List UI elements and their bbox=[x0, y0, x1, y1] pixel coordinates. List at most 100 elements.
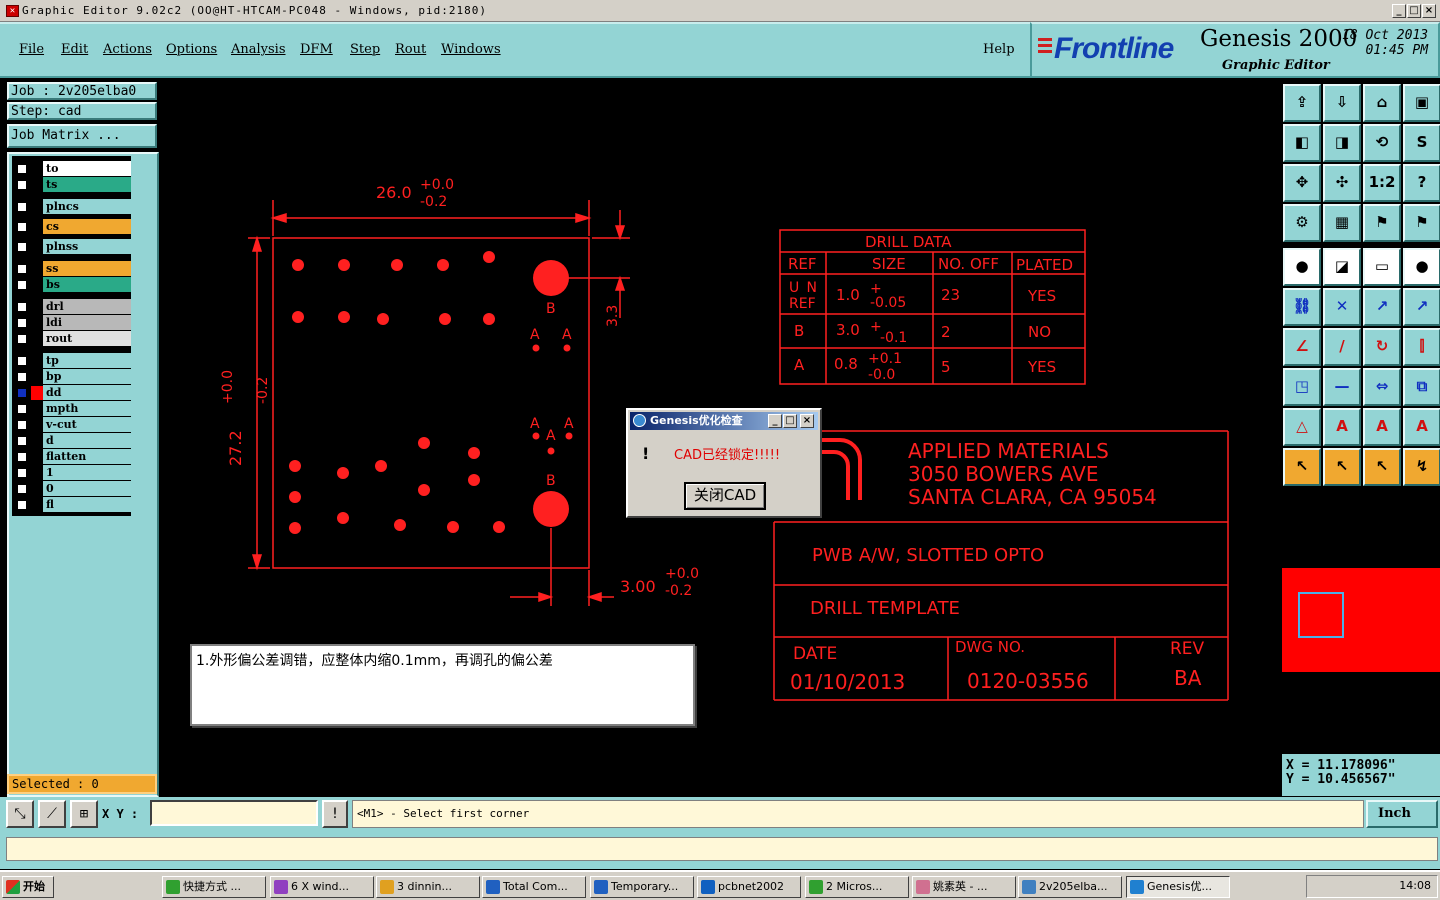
menu-edit[interactable]: Edit bbox=[61, 42, 88, 57]
layer-checkbox[interactable] bbox=[16, 301, 28, 313]
menu-analysis[interactable]: Analysis bbox=[231, 42, 286, 57]
taskbar-item[interactable]: 3 dinnin... bbox=[376, 876, 480, 898]
layer-name[interactable]: bp bbox=[43, 369, 131, 384]
layer-row-v-cut[interactable]: v-cut bbox=[13, 417, 132, 433]
layer-row-ss[interactable]: ss bbox=[13, 261, 132, 277]
dot-icon[interactable]: ● bbox=[1403, 248, 1440, 286]
layer-name[interactable]: ldi bbox=[43, 315, 131, 330]
layer-name[interactable]: plncs bbox=[43, 199, 131, 214]
line-icon[interactable]: / bbox=[1323, 328, 1361, 366]
layer-checkbox[interactable] bbox=[16, 435, 28, 447]
undo-view-icon[interactable]: ⟲ bbox=[1363, 124, 1401, 162]
layer-name[interactable]: mpth bbox=[43, 401, 131, 416]
layer-row-dd[interactable]: dd bbox=[13, 385, 132, 401]
overview-map[interactable] bbox=[1282, 568, 1440, 672]
layer-name[interactable]: dd bbox=[43, 385, 131, 400]
center-icon[interactable]: ✣ bbox=[1323, 164, 1361, 202]
layer-name[interactable]: 0 bbox=[43, 481, 131, 496]
taskbar-item[interactable]: Temporary... bbox=[590, 876, 694, 898]
copy-icon[interactable]: ⧉ bbox=[1403, 368, 1440, 406]
parent-icon[interactable]: ⇪ bbox=[1283, 84, 1321, 122]
route-icon[interactable]: ↯ bbox=[1403, 448, 1440, 486]
grid-icon[interactable]: ⊞ bbox=[70, 800, 98, 828]
window-icon[interactable]: ▣ bbox=[1403, 84, 1440, 122]
zoom-right-icon[interactable]: ◨ bbox=[1323, 124, 1361, 162]
layer-row-bp[interactable]: bp bbox=[13, 369, 132, 385]
menu-file[interactable]: File bbox=[19, 42, 44, 57]
app-icon[interactable]: ✕ bbox=[6, 5, 19, 17]
menu-dfm[interactable]: DFM bbox=[300, 42, 333, 57]
layer-checkbox[interactable] bbox=[16, 499, 28, 511]
layer-checkbox[interactable] bbox=[16, 403, 28, 415]
home-icon[interactable]: ⌂ bbox=[1363, 84, 1401, 122]
select2-icon[interactable]: ↖ bbox=[1323, 448, 1361, 486]
arrow-up-right2-icon[interactable]: ↗ bbox=[1403, 288, 1440, 326]
layer-checkbox[interactable] bbox=[16, 263, 28, 275]
text-a-icon[interactable]: A bbox=[1323, 408, 1361, 446]
layer-name[interactable]: rout bbox=[43, 331, 131, 346]
layer-toggle-icon[interactable]: ⚑ bbox=[1363, 204, 1401, 242]
layer-name[interactable]: flatten bbox=[43, 449, 131, 464]
arc-icon[interactable]: ↻ bbox=[1363, 328, 1401, 366]
message-field[interactable] bbox=[6, 837, 1438, 861]
layer-checkbox[interactable] bbox=[16, 333, 28, 345]
layer-checkbox[interactable] bbox=[16, 221, 28, 233]
layer-name[interactable]: ts bbox=[43, 177, 131, 192]
layer-name[interactable]: 1 bbox=[43, 465, 131, 480]
menu-rout[interactable]: Rout bbox=[395, 42, 426, 57]
layer-checkbox[interactable] bbox=[16, 279, 28, 291]
layer-name[interactable]: tp bbox=[43, 353, 131, 368]
layer-row-rout[interactable]: rout bbox=[13, 331, 132, 347]
maximize-icon[interactable]: □ bbox=[1407, 4, 1421, 18]
layer-row-to[interactable]: to bbox=[13, 161, 132, 177]
menu-windows[interactable]: Windows bbox=[441, 42, 501, 57]
layer-name[interactable]: to bbox=[43, 161, 131, 176]
minimize-icon[interactable]: _ bbox=[1392, 4, 1406, 18]
taskbar-item[interactable]: 2v205elba... bbox=[1018, 876, 1122, 898]
text-b-icon[interactable]: A bbox=[1363, 408, 1401, 446]
ruler-icon[interactable]: ▭ bbox=[1363, 248, 1401, 286]
layer-name[interactable]: cs bbox=[43, 219, 131, 234]
taskbar-item[interactable]: pcbnet2002 bbox=[697, 876, 801, 898]
layer-row-ldi[interactable]: ldi bbox=[13, 315, 132, 331]
taskbar-item[interactable]: 2 Micros... bbox=[805, 876, 909, 898]
overview-viewport[interactable] bbox=[1298, 592, 1344, 638]
snap-box-icon[interactable]: ◳ bbox=[1283, 368, 1321, 406]
child-icon[interactable]: ⇩ bbox=[1323, 84, 1361, 122]
layer-row-0[interactable]: 0 bbox=[13, 481, 132, 497]
settings-icon[interactable]: ⚙ bbox=[1283, 204, 1321, 242]
triangle-icon[interactable]: △ bbox=[1283, 408, 1321, 446]
job-matrix-button[interactable]: Job Matrix ... bbox=[7, 124, 157, 148]
taskbar-item[interactable]: Genesis优... bbox=[1126, 876, 1230, 898]
zoom-left-icon[interactable]: ◧ bbox=[1283, 124, 1321, 162]
layer-row-bs[interactable]: bs bbox=[13, 277, 132, 293]
segment-icon[interactable]: — bbox=[1323, 368, 1361, 406]
dialog-minimize-icon[interactable]: _ bbox=[768, 414, 782, 428]
select3-icon[interactable]: ↖ bbox=[1363, 448, 1401, 486]
close-icon[interactable]: × bbox=[1422, 4, 1436, 18]
xy-input[interactable] bbox=[150, 800, 318, 826]
layer-row-mpth[interactable]: mpth bbox=[13, 401, 132, 417]
taskbar-item[interactable]: 姚素英 - ... bbox=[912, 876, 1016, 898]
layer-name[interactable]: ss bbox=[43, 261, 131, 276]
help-icon[interactable]: ? bbox=[1403, 164, 1440, 202]
fit-icon[interactable]: ✥ bbox=[1283, 164, 1321, 202]
layer-checkbox[interactable] bbox=[16, 179, 28, 191]
layer-checkbox[interactable] bbox=[16, 163, 28, 175]
connect-icon[interactable]: ⛓ bbox=[1283, 288, 1321, 326]
layer-row-plnss[interactable]: plnss bbox=[13, 239, 132, 255]
shape-icon[interactable]: ◪ bbox=[1323, 248, 1361, 286]
layer-row-1[interactable]: 1 bbox=[13, 465, 132, 481]
layer-checkbox[interactable] bbox=[16, 387, 28, 399]
stretch-icon[interactable]: ⇔ bbox=[1363, 368, 1401, 406]
layer-name[interactable]: drl bbox=[43, 299, 131, 314]
grid-view-icon[interactable]: ▦ bbox=[1323, 204, 1361, 242]
layer-checkbox[interactable] bbox=[16, 317, 28, 329]
measure-icon[interactable]: ⟋ bbox=[38, 800, 66, 828]
layer-checkbox[interactable] bbox=[16, 371, 28, 383]
layer-checkbox[interactable] bbox=[16, 483, 28, 495]
layer-name[interactable]: bs bbox=[43, 277, 131, 292]
layer-checkbox[interactable] bbox=[16, 419, 28, 431]
snap-icon[interactable]: ⤡ bbox=[6, 800, 34, 828]
annotation-note[interactable]: 1.外形偏公差调错，应整体内缩0.1mm，再调孔的偏公差 bbox=[190, 644, 695, 726]
